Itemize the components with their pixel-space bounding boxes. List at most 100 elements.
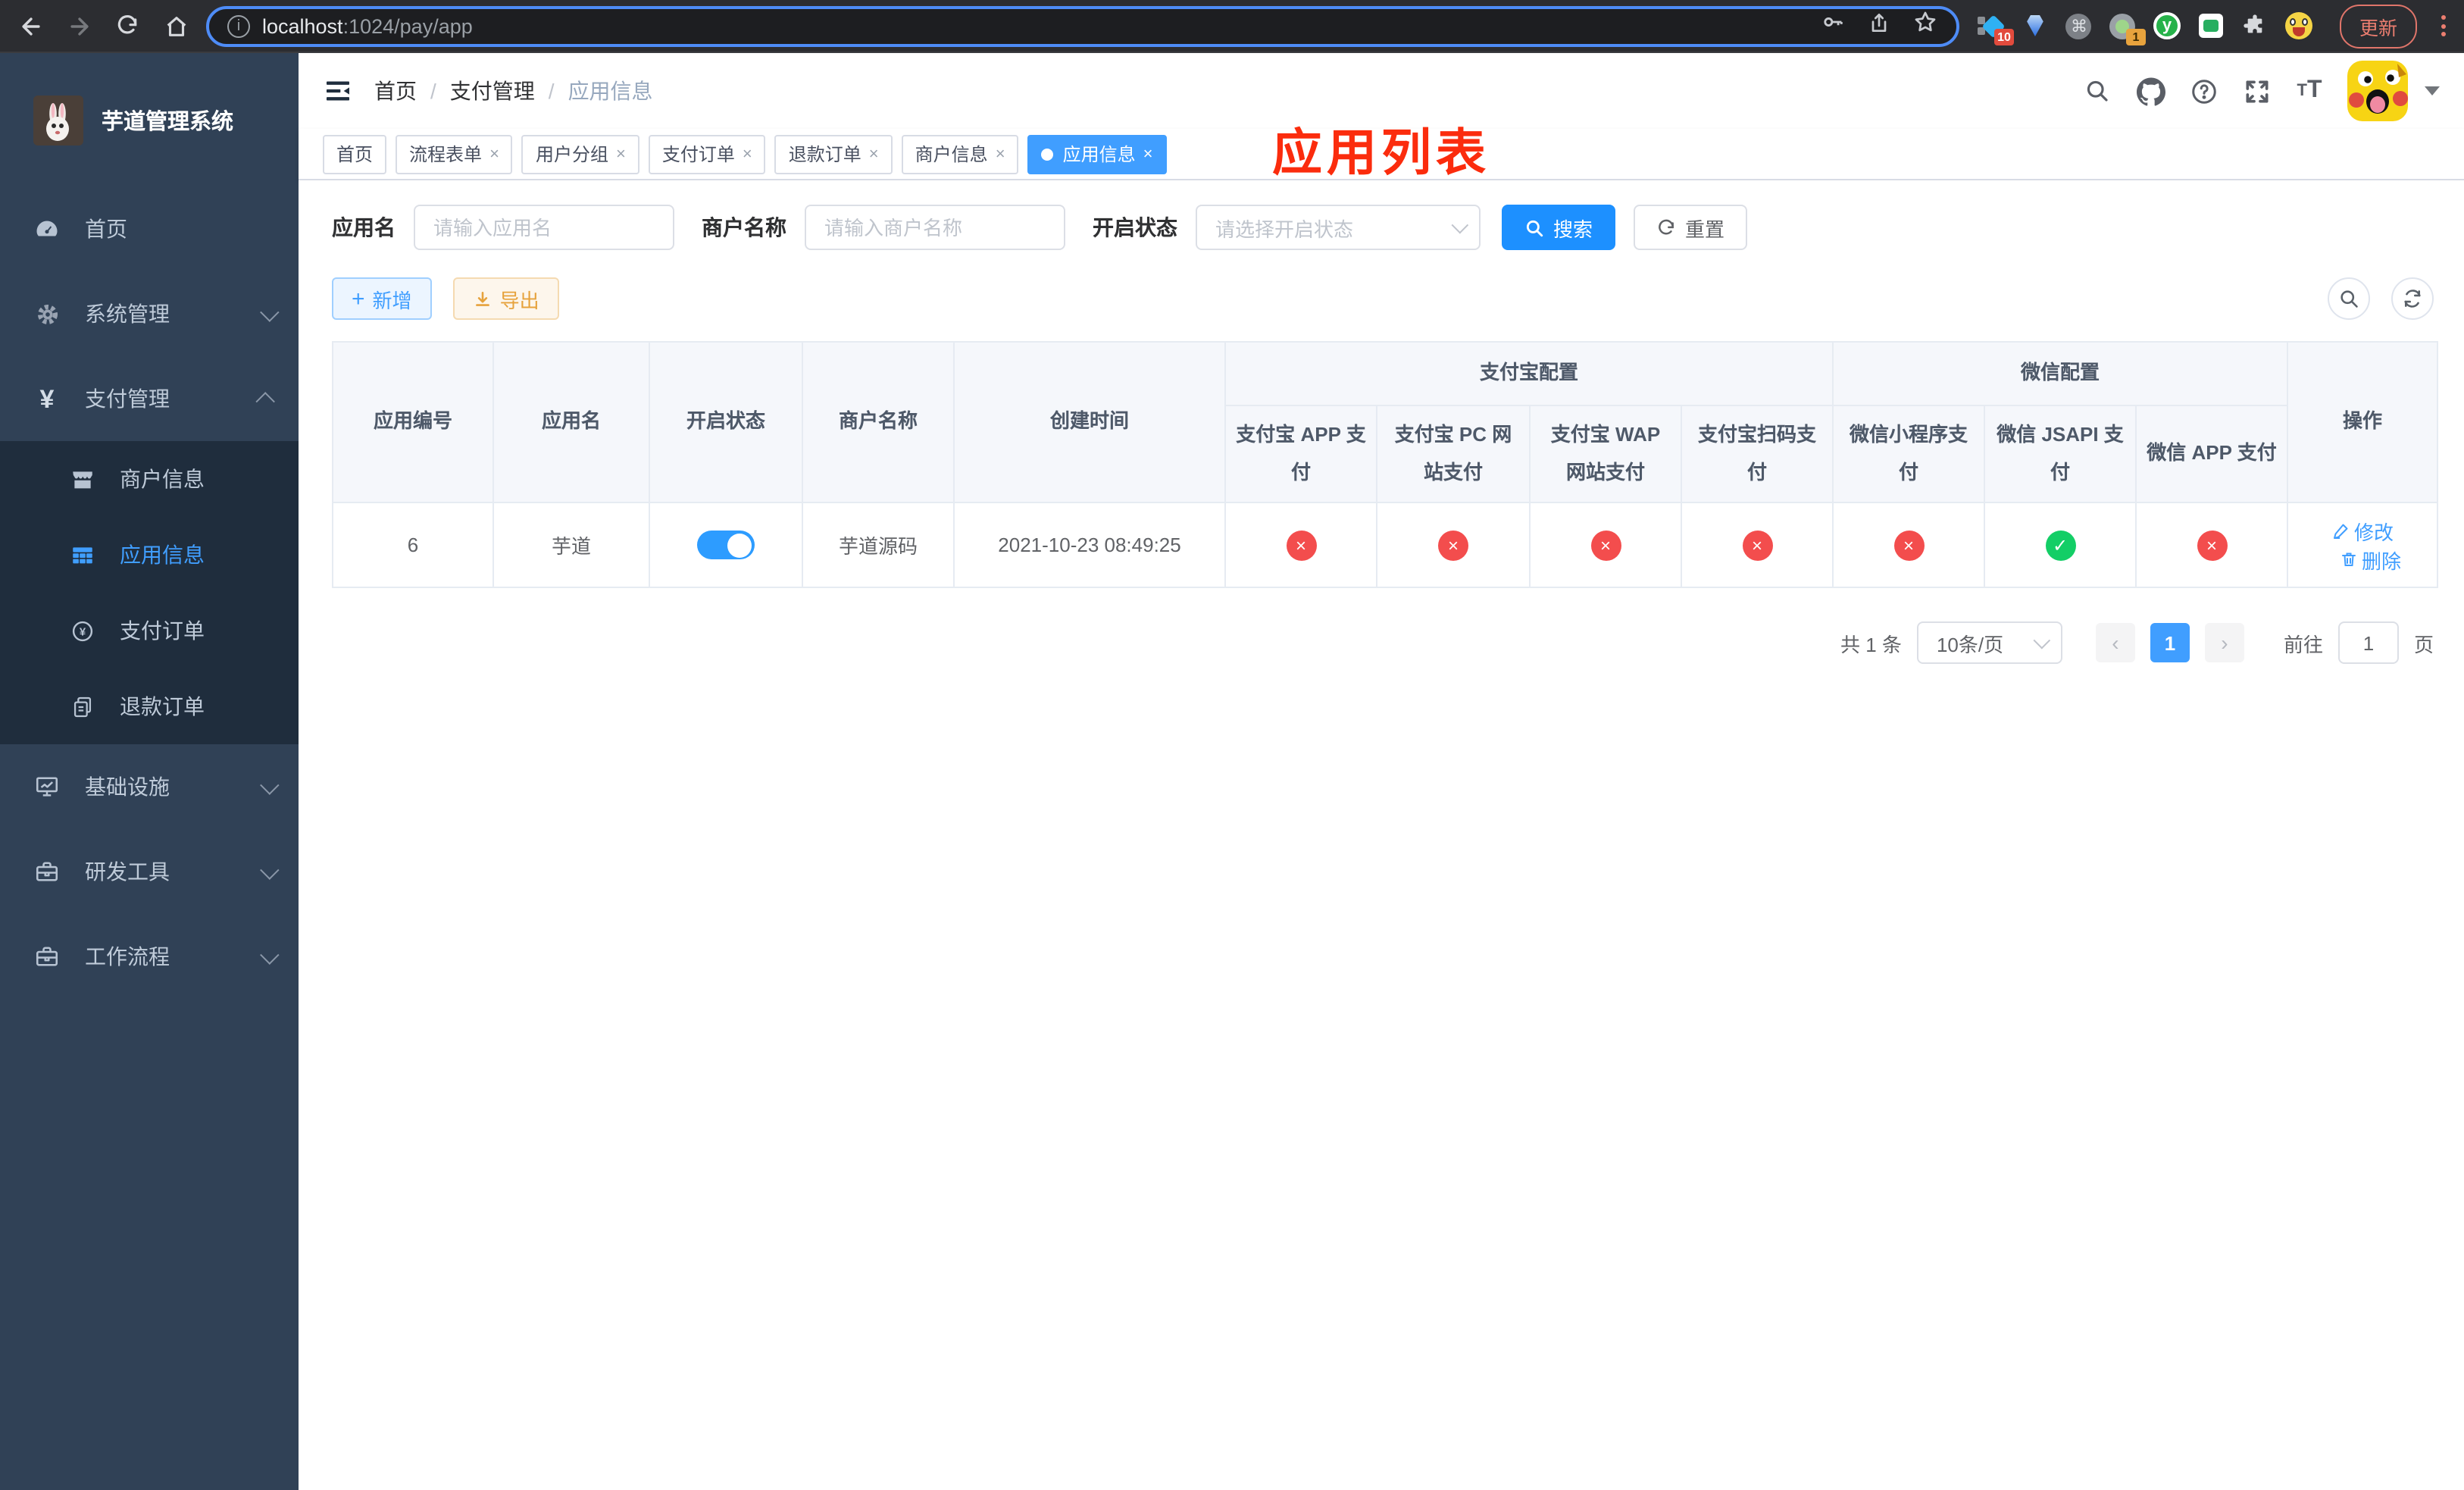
sidebar-item-infrastructure[interactable]: 基础设施: [0, 744, 299, 829]
sidebar-item-payment[interactable]: ¥ 支付管理: [0, 356, 299, 441]
extension-balloon-icon[interactable]: [2022, 12, 2049, 39]
export-button[interactable]: 导出: [452, 277, 559, 320]
dashboard-icon: [33, 215, 61, 243]
download-icon: [475, 291, 489, 305]
tab-home[interactable]: 首页: [323, 134, 387, 174]
goto-page-input[interactable]: [2337, 621, 2399, 664]
breadcrumb-section[interactable]: 支付管理: [450, 76, 535, 106]
col-actions: 操作: [2287, 341, 2439, 503]
close-icon[interactable]: ×: [869, 145, 879, 163]
add-button[interactable]: + 新增: [332, 277, 432, 320]
tab-process-form[interactable]: 流程表单 ×: [396, 134, 513, 174]
sidebar-item-app-info[interactable]: 应用信息: [0, 517, 299, 593]
extension-diamond-icon[interactable]: 10: [1977, 12, 2014, 45]
avatar-caret-icon[interactable]: [2425, 86, 2440, 95]
status-label: 开启状态: [1093, 215, 1177, 239]
col-alipay-pc: 支付宝 PC 网站支付: [1376, 405, 1531, 503]
chevron-down-icon: [260, 859, 280, 879]
share-icon[interactable]: [1867, 10, 1891, 42]
plus-icon: +: [352, 286, 365, 311]
sidebar-item-workflow[interactable]: 工作流程: [0, 914, 299, 999]
app-logo[interactable]: 芋道管理系统: [0, 53, 299, 186]
extension-command-icon[interactable]: ⌘: [2065, 12, 2093, 39]
toggle-search-button[interactable]: [2328, 277, 2370, 320]
app-name-input[interactable]: [414, 205, 674, 250]
back-icon[interactable]: [12, 8, 48, 44]
tab-merchant-info[interactable]: 商户信息 ×: [901, 134, 1019, 174]
delete-link[interactable]: 删除: [2339, 545, 2401, 574]
browser-toolbar: i localhost:1024/pay/app 10 ⌘ 1 y 更新: [0, 0, 2464, 53]
fullscreen-icon[interactable]: [2241, 76, 2272, 106]
status-wechat-jsapi: ✓: [2045, 530, 2076, 560]
extension-emoji-icon[interactable]: [2284, 12, 2312, 39]
cell-app-name: 芋道: [492, 502, 650, 588]
sidebar-item-refund-orders[interactable]: 退款订单: [0, 668, 299, 744]
sidebar-item-merchant-info[interactable]: 商户信息: [0, 441, 299, 517]
sidebar-collapse-icon[interactable]: [323, 76, 353, 106]
browser-menu-icon[interactable]: [2441, 15, 2446, 36]
extension-chat-icon[interactable]: [2197, 12, 2225, 39]
close-icon[interactable]: ×: [743, 145, 752, 163]
sidebar-item-label: 研发工具: [85, 859, 170, 884]
status-alipay-pc: ×: [1438, 530, 1468, 560]
row-status-toggle[interactable]: [697, 531, 755, 559]
chevron-down-icon: [260, 775, 280, 794]
tab-payment-orders[interactable]: 支付订单 ×: [648, 134, 766, 174]
tab-refund-orders[interactable]: 退款订单 ×: [774, 134, 893, 174]
page-size-select[interactable]: 10条/页: [1916, 621, 2062, 664]
page-number-button[interactable]: 1: [2150, 623, 2190, 662]
next-page-button[interactable]: ›: [2204, 623, 2244, 662]
close-icon[interactable]: ×: [996, 145, 1005, 163]
bookmark-star-icon[interactable]: [1912, 9, 1938, 42]
col-app-id: 应用编号: [332, 341, 494, 503]
extension-y-icon[interactable]: y: [2153, 12, 2181, 39]
header-search-icon[interactable]: [2082, 76, 2112, 106]
merchant-name-input[interactable]: [805, 205, 1065, 250]
font-size-icon[interactable]: TT: [2294, 76, 2325, 106]
col-merchant-name: 商户名称: [802, 341, 955, 503]
reload-icon[interactable]: [109, 8, 145, 44]
breadcrumb: 首页 / 支付管理 / 应用信息: [374, 76, 653, 106]
reset-button[interactable]: 重置: [1634, 205, 1748, 250]
edit-link[interactable]: 修改: [2331, 516, 2394, 545]
site-info-icon[interactable]: i: [227, 14, 250, 37]
close-icon[interactable]: ×: [1143, 145, 1153, 163]
prev-page-button[interactable]: ‹: [2095, 623, 2135, 662]
refresh-button[interactable]: [2391, 277, 2434, 320]
sidebar-item-dev-tools[interactable]: 研发工具: [0, 829, 299, 914]
col-status: 开启状态: [649, 341, 803, 503]
filter-form: 应用名 商户名称 开启状态 请选择开启状态 搜索 重置: [332, 205, 2434, 250]
status-select[interactable]: 请选择开启状态: [1196, 205, 1481, 250]
tab-user-group[interactable]: 用户分组 ×: [521, 134, 639, 174]
password-key-icon[interactable]: [1820, 9, 1846, 42]
breadcrumb-home[interactable]: 首页: [374, 76, 417, 106]
grid-table-icon: [70, 542, 95, 568]
col-wechat-lite: 微信小程序支付: [1832, 405, 1986, 503]
app-name-label: 应用名: [332, 215, 396, 239]
app-title: 芋道管理系统: [102, 110, 233, 134]
extension-profile-icon[interactable]: 1: [2109, 12, 2146, 45]
close-icon[interactable]: ×: [489, 145, 499, 163]
browser-update-button[interactable]: 更新: [2339, 4, 2417, 48]
close-icon[interactable]: ×: [616, 145, 626, 163]
sidebar-item-home[interactable]: 首页: [0, 186, 299, 271]
cell-merchant-name: 芋道源码: [802, 502, 955, 588]
cell-actions: 修改 删除: [2287, 502, 2439, 588]
url-bar[interactable]: i localhost:1024/pay/app: [206, 5, 1959, 46]
user-avatar[interactable]: [2347, 61, 2408, 121]
extension-badge: 1: [2125, 29, 2146, 45]
sidebar-item-system[interactable]: 系统管理: [0, 271, 299, 356]
tab-app-info[interactable]: 应用信息 ×: [1027, 134, 1167, 174]
home-icon[interactable]: [158, 8, 194, 44]
forward-icon[interactable]: [61, 8, 97, 44]
apps-table: 应用编号 应用名 开启状态 商户名称 创建时间 支付宝配置 微信配置 操作 支付…: [332, 341, 2439, 588]
col-app-name: 应用名: [492, 341, 650, 503]
extensions-puzzle-icon[interactable]: [2241, 12, 2269, 39]
github-icon[interactable]: [2135, 76, 2165, 106]
cell-create-time: 2021-10-23 08:49:25: [953, 502, 1226, 588]
search-button[interactable]: 搜索: [1502, 205, 1616, 250]
sidebar-item-payment-orders[interactable]: ¥ 支付订单: [0, 593, 299, 668]
document-copy-icon: [70, 693, 95, 719]
help-icon[interactable]: [2188, 76, 2219, 106]
cell-status: [649, 502, 803, 588]
